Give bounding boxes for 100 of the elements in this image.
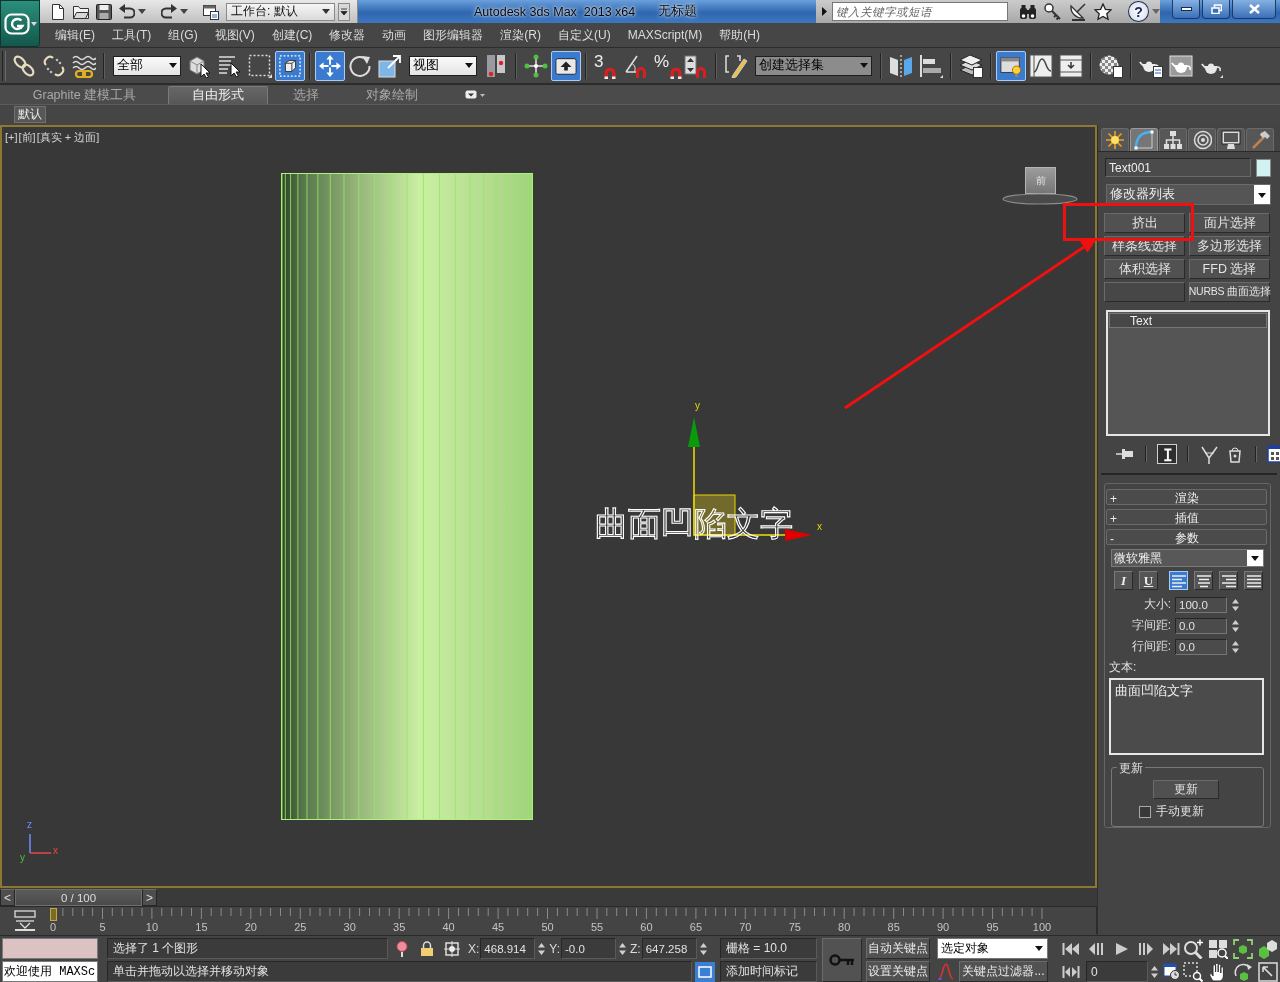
align-left-button[interactable] [1169, 571, 1188, 590]
expand-arrow-icon[interactable] [822, 7, 827, 16]
square-frame-icon[interactable] [695, 961, 715, 982]
bars-arrow-icon[interactable] [14, 909, 36, 932]
coordinate-system-dropdown[interactable]: 视图 [409, 55, 477, 76]
underline-button[interactable]: U [1139, 571, 1158, 590]
menu-item[interactable]: 自定义(U) [558, 26, 611, 44]
menu-item[interactable]: 创建(C) [271, 26, 313, 44]
previous-frame-button[interactable]: < [0, 889, 15, 906]
workspace-dropdown[interactable]: 工作台: 默认 [226, 2, 335, 21]
crosshair-nodes-icon[interactable] [524, 53, 548, 78]
modifier-button[interactable]: 多边形选择 [1189, 236, 1270, 256]
key-filters-button[interactable]: 关键点过滤器... [959, 961, 1048, 982]
pencil-brackets-icon[interactable] [724, 53, 748, 78]
caret-icon[interactable] [338, 2, 350, 21]
stack-item[interactable]: Text [1109, 313, 1267, 328]
zoom-extents-all-icon[interactable] [1258, 938, 1278, 959]
menu-item[interactable]: 编辑(E) [55, 26, 95, 44]
align-icon[interactable] [919, 53, 943, 78]
number-field[interactable]: 0.0 [1175, 638, 1227, 655]
crosshair-square-icon[interactable] [444, 940, 460, 957]
i-beam-icon[interactable] [1157, 444, 1177, 464]
percent-snap-button[interactable]: % [652, 51, 680, 80]
command-panel-tab[interactable] [1159, 128, 1187, 151]
command-panel-tab[interactable] [1217, 128, 1245, 151]
bulb-icon[interactable] [396, 940, 408, 957]
fork-icon[interactable] [1199, 444, 1219, 464]
coordinate-field[interactable]: 647.258 [641, 938, 697, 959]
key-icon[interactable] [1044, 2, 1063, 21]
current-frame-marker[interactable] [50, 908, 57, 921]
viewport-menu-label[interactable]: [+] [5, 130, 18, 144]
orbit-icon[interactable] [1233, 961, 1253, 982]
bars-with-dots-icon[interactable] [484, 53, 508, 78]
ribbon-tab[interactable]: 自由形式 [168, 86, 268, 104]
color-swatch-icon[interactable] [1256, 158, 1271, 177]
mirror-icon[interactable] [889, 53, 913, 78]
help-button[interactable]: ? [1128, 1, 1149, 22]
modifier-button[interactable]: 面片选择 [1189, 213, 1270, 233]
empty-button[interactable] [1104, 282, 1185, 302]
scale-icon[interactable] [378, 53, 402, 78]
spinner-icon[interactable] [1231, 597, 1240, 612]
ribbon-tab[interactable]: 对象绘制 [343, 86, 441, 104]
lock-icon[interactable] [420, 940, 434, 957]
app-menu-button[interactable] [0, 0, 40, 47]
selection-filter-dropdown[interactable]: 全部 [113, 55, 181, 76]
align-justify-button[interactable] [1244, 571, 1263, 590]
current-frame-field[interactable]: 0 [1086, 961, 1148, 982]
key-set-dropdown[interactable]: 选定对象 [937, 938, 1048, 959]
text-input-area[interactable]: 曲面凹陷文字 [1109, 678, 1264, 755]
redo-icon[interactable] [161, 3, 177, 20]
zoom-all-icon[interactable] [1208, 938, 1228, 959]
list-cursor-icon[interactable] [218, 53, 242, 78]
viewport-menu-label[interactable]: [真实 + 边面] [36, 130, 100, 144]
ribbon-tab[interactable]: Graphite 建模工具 [12, 86, 157, 104]
update-button[interactable]: 更新 [1153, 780, 1219, 799]
time-slider-thumb[interactable]: 0 / 100 [15, 889, 142, 906]
command-panel-tab[interactable] [1246, 128, 1274, 151]
previous-frame-icon[interactable] [1087, 941, 1105, 956]
number-field[interactable]: 0.0 [1175, 617, 1227, 634]
menu-item[interactable]: 帮助(H) [719, 26, 760, 44]
italic-button[interactable]: I [1114, 571, 1133, 590]
skip-to-end-icon[interactable] [1162, 941, 1180, 956]
snap-toggle-button[interactable]: 3 [592, 51, 620, 80]
window-folder-icon[interactable] [203, 3, 219, 20]
compass-ring[interactable] [1002, 193, 1078, 205]
align-right-button[interactable] [1219, 571, 1238, 590]
menu-item[interactable]: 修改器 [329, 26, 366, 44]
rotate-icon[interactable] [348, 53, 372, 78]
restore-button[interactable] [1202, 0, 1230, 19]
ribbon-panel-button[interactable]: 默认 [14, 106, 46, 123]
undo-icon[interactable] [119, 3, 135, 20]
layers-icon[interactable] [959, 53, 983, 78]
checker-sphere-icon[interactable] [1099, 53, 1123, 78]
modifier-button[interactable]: 挤出 [1104, 213, 1185, 233]
new-document-icon[interactable] [50, 3, 66, 20]
command-panel-tab[interactable] [1101, 128, 1129, 151]
viewport-menu-label[interactable]: [前] [18, 130, 36, 144]
cube-in-frame-icon[interactable] [275, 50, 305, 81]
window-bulb-icon[interactable] [996, 50, 1026, 81]
set-key-button[interactable]: 设置关键点 [866, 961, 930, 982]
close-button[interactable] [1232, 0, 1276, 19]
panel-menu-icon[interactable] [465, 89, 485, 100]
spinner-magnet-icon[interactable] [684, 53, 708, 78]
named-selection-dropdown[interactable]: 创建选择集 [755, 55, 872, 76]
modifier-button[interactable]: FFD 选择 [1189, 259, 1270, 279]
menu-item[interactable]: 渲染(R) [500, 26, 541, 44]
time-tag-field[interactable]: 添加时间标记 [720, 961, 817, 982]
align-center-button[interactable] [1194, 571, 1213, 590]
move-icon[interactable] [315, 50, 345, 81]
next-frame-icon[interactable] [1137, 941, 1155, 956]
time-slider-track[interactable]: < 0 / 100 > [0, 888, 1097, 907]
checkbox[interactable] [1139, 805, 1151, 818]
next-frame-button[interactable]: > [142, 889, 157, 906]
menu-item[interactable]: 工具(T) [112, 26, 152, 44]
spinner-icon[interactable] [1231, 639, 1240, 654]
inward-arrows-icon[interactable] [1062, 964, 1080, 979]
script-input-field[interactable] [2, 938, 98, 960]
folder-icon[interactable] [73, 3, 89, 20]
object-name-field[interactable]: Text001 [1105, 158, 1251, 177]
number-field[interactable]: 100.0 [1175, 596, 1227, 613]
